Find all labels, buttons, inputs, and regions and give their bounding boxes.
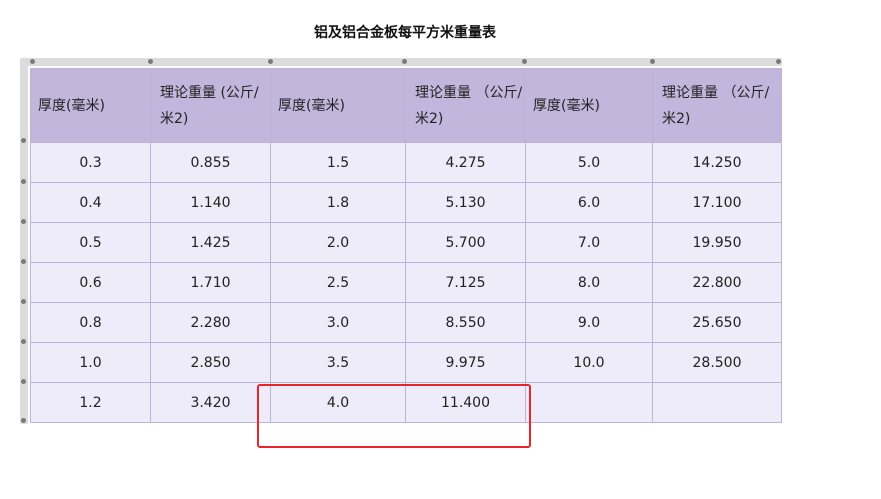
table-cell[interactable]: 0.5 — [30, 222, 151, 263]
resize-handle-icon[interactable] — [21, 138, 26, 143]
resize-handle-icon[interactable] — [21, 339, 26, 344]
resize-handle-icon[interactable] — [650, 59, 655, 64]
table-cell[interactable]: 10.0 — [525, 342, 653, 383]
table-cell[interactable]: 1.0 — [30, 342, 151, 383]
table-column-resize-bar[interactable] — [22, 58, 782, 66]
table-cell[interactable]: 28.500 — [652, 342, 782, 383]
table-cell[interactable]: 2.280 — [150, 302, 271, 343]
column-header[interactable]: 厚度(毫米) — [270, 68, 406, 143]
column-header[interactable]: 理论重量 （公斤/米2) — [652, 68, 782, 143]
resize-handle-icon[interactable] — [148, 59, 153, 64]
table-cell[interactable]: 1.425 — [150, 222, 271, 263]
resize-handle-icon[interactable] — [21, 179, 26, 184]
table-cell[interactable]: 4.275 — [405, 142, 526, 183]
table-cell[interactable]: 0.8 — [30, 302, 151, 343]
table-cell[interactable]: 1.5 — [270, 142, 406, 183]
resize-handle-icon[interactable] — [21, 418, 26, 423]
table-row: 0.8 2.280 3.0 8.550 9.0 25.650 — [30, 302, 782, 343]
table-cell[interactable]: 1.710 — [150, 262, 271, 303]
table-row: 0.5 1.425 2.0 5.700 7.0 19.950 — [30, 222, 782, 263]
table-cell[interactable] — [652, 382, 782, 423]
table-row: 1.0 2.850 3.5 9.975 10.0 28.500 — [30, 342, 782, 383]
column-header[interactable]: 厚度(毫米) — [30, 68, 151, 143]
resize-handle-icon[interactable] — [402, 59, 407, 64]
table-cell[interactable]: 9.975 — [405, 342, 526, 383]
column-header[interactable]: 厚度(毫米) — [525, 68, 653, 143]
table-row: 0.4 1.140 1.8 5.130 6.0 17.100 — [30, 182, 782, 223]
table-cell[interactable]: 17.100 — [652, 182, 782, 223]
table-cell[interactable]: 1.8 — [270, 182, 406, 223]
resize-handle-icon[interactable] — [522, 59, 527, 64]
table-cell[interactable] — [525, 382, 653, 423]
resize-handle-icon[interactable] — [30, 59, 35, 64]
table-cell[interactable]: 22.800 — [652, 262, 782, 303]
table-cell[interactable]: 5.700 — [405, 222, 526, 263]
table-cell[interactable]: 3.0 — [270, 302, 406, 343]
table-cell[interactable]: 14.250 — [652, 142, 782, 183]
table-cell[interactable]: 9.0 — [525, 302, 653, 343]
column-header[interactable]: 理论重量 （公斤/米2) — [405, 68, 526, 143]
table-cell[interactable]: 1.2 — [30, 382, 151, 423]
weight-table: 厚度(毫米) 理论重量 (公斤/米2) 厚度(毫米) 理论重量 （公斤/米2) … — [30, 68, 782, 423]
table-cell[interactable]: 0.855 — [150, 142, 271, 183]
table-cell[interactable]: 7.125 — [405, 262, 526, 303]
page-title: 铝及铝合金板每平方米重量表 — [314, 25, 496, 41]
table-row: 0.6 1.710 2.5 7.125 8.0 22.800 — [30, 262, 782, 303]
table-cell[interactable]: 7.0 — [525, 222, 653, 263]
highlight-box — [257, 384, 531, 448]
table-cell[interactable]: 8.550 — [405, 302, 526, 343]
resize-handle-icon[interactable] — [21, 299, 26, 304]
table-cell[interactable]: 0.6 — [30, 262, 151, 303]
resize-handle-icon[interactable] — [21, 219, 26, 224]
table-cell[interactable]: 19.950 — [652, 222, 782, 263]
table-row: 0.3 0.855 1.5 4.275 5.0 14.250 — [30, 142, 782, 183]
table-cell[interactable]: 25.650 — [652, 302, 782, 343]
table-cell[interactable]: 5.130 — [405, 182, 526, 223]
table-cell[interactable]: 2.0 — [270, 222, 406, 263]
table-cell[interactable]: 0.4 — [30, 182, 151, 223]
table-cell[interactable]: 2.850 — [150, 342, 271, 383]
table-cell[interactable]: 8.0 — [525, 262, 653, 303]
table-cell[interactable]: 6.0 — [525, 182, 653, 223]
table-cell[interactable]: 2.5 — [270, 262, 406, 303]
table-cell[interactable]: 3.420 — [150, 382, 271, 423]
table-cell[interactable]: 3.5 — [270, 342, 406, 383]
table-row-resize-bar[interactable] — [20, 58, 28, 424]
table-header-row: 厚度(毫米) 理论重量 (公斤/米2) 厚度(毫米) 理论重量 （公斤/米2) … — [30, 68, 782, 143]
resize-handle-icon[interactable] — [776, 59, 781, 64]
resize-handle-icon[interactable] — [21, 259, 26, 264]
resize-handle-icon[interactable] — [21, 379, 26, 384]
table-cell[interactable]: 1.140 — [150, 182, 271, 223]
column-header[interactable]: 理论重量 (公斤/米2) — [150, 68, 271, 143]
table-cell[interactable]: 5.0 — [525, 142, 653, 183]
table-cell[interactable]: 0.3 — [30, 142, 151, 183]
resize-handle-icon[interactable] — [268, 59, 273, 64]
